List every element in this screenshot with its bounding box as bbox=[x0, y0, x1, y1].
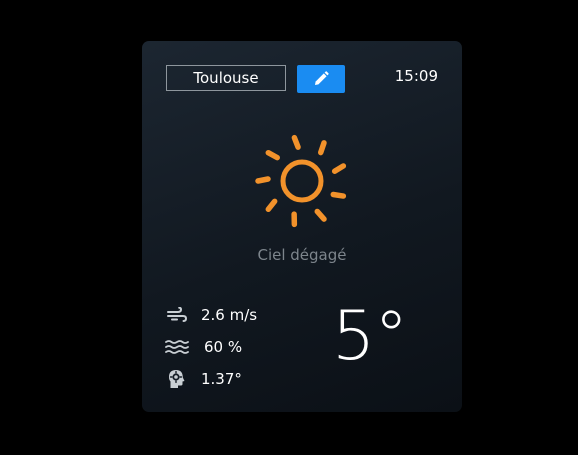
edit-button[interactable] bbox=[297, 65, 345, 93]
humidity-value: 60 % bbox=[204, 338, 243, 356]
wind-icon bbox=[164, 304, 190, 326]
feels-like-row: 1.37° bbox=[164, 363, 257, 395]
weather-condition: Ciel dégagé bbox=[257, 246, 347, 264]
wind-speed: 2.6 m/s bbox=[201, 306, 258, 324]
weather-card: 15:09 Ciel dégagé bbox=[142, 41, 462, 412]
humidity-row: 60 % bbox=[164, 331, 257, 363]
sun-icon bbox=[255, 134, 347, 228]
city-input[interactable] bbox=[166, 65, 286, 91]
wind-row: 2.6 m/s bbox=[164, 299, 257, 331]
current-time: 15:09 bbox=[394, 67, 438, 85]
head-thermometer-icon bbox=[164, 368, 190, 390]
weather-stats: 2.6 m/s 60 % 1.37° bbox=[164, 299, 257, 395]
temperature: 5° bbox=[332, 297, 408, 376]
pencil-icon bbox=[315, 71, 329, 85]
feels-like-value: 1.37° bbox=[201, 370, 242, 388]
water-waves-icon bbox=[164, 336, 190, 358]
